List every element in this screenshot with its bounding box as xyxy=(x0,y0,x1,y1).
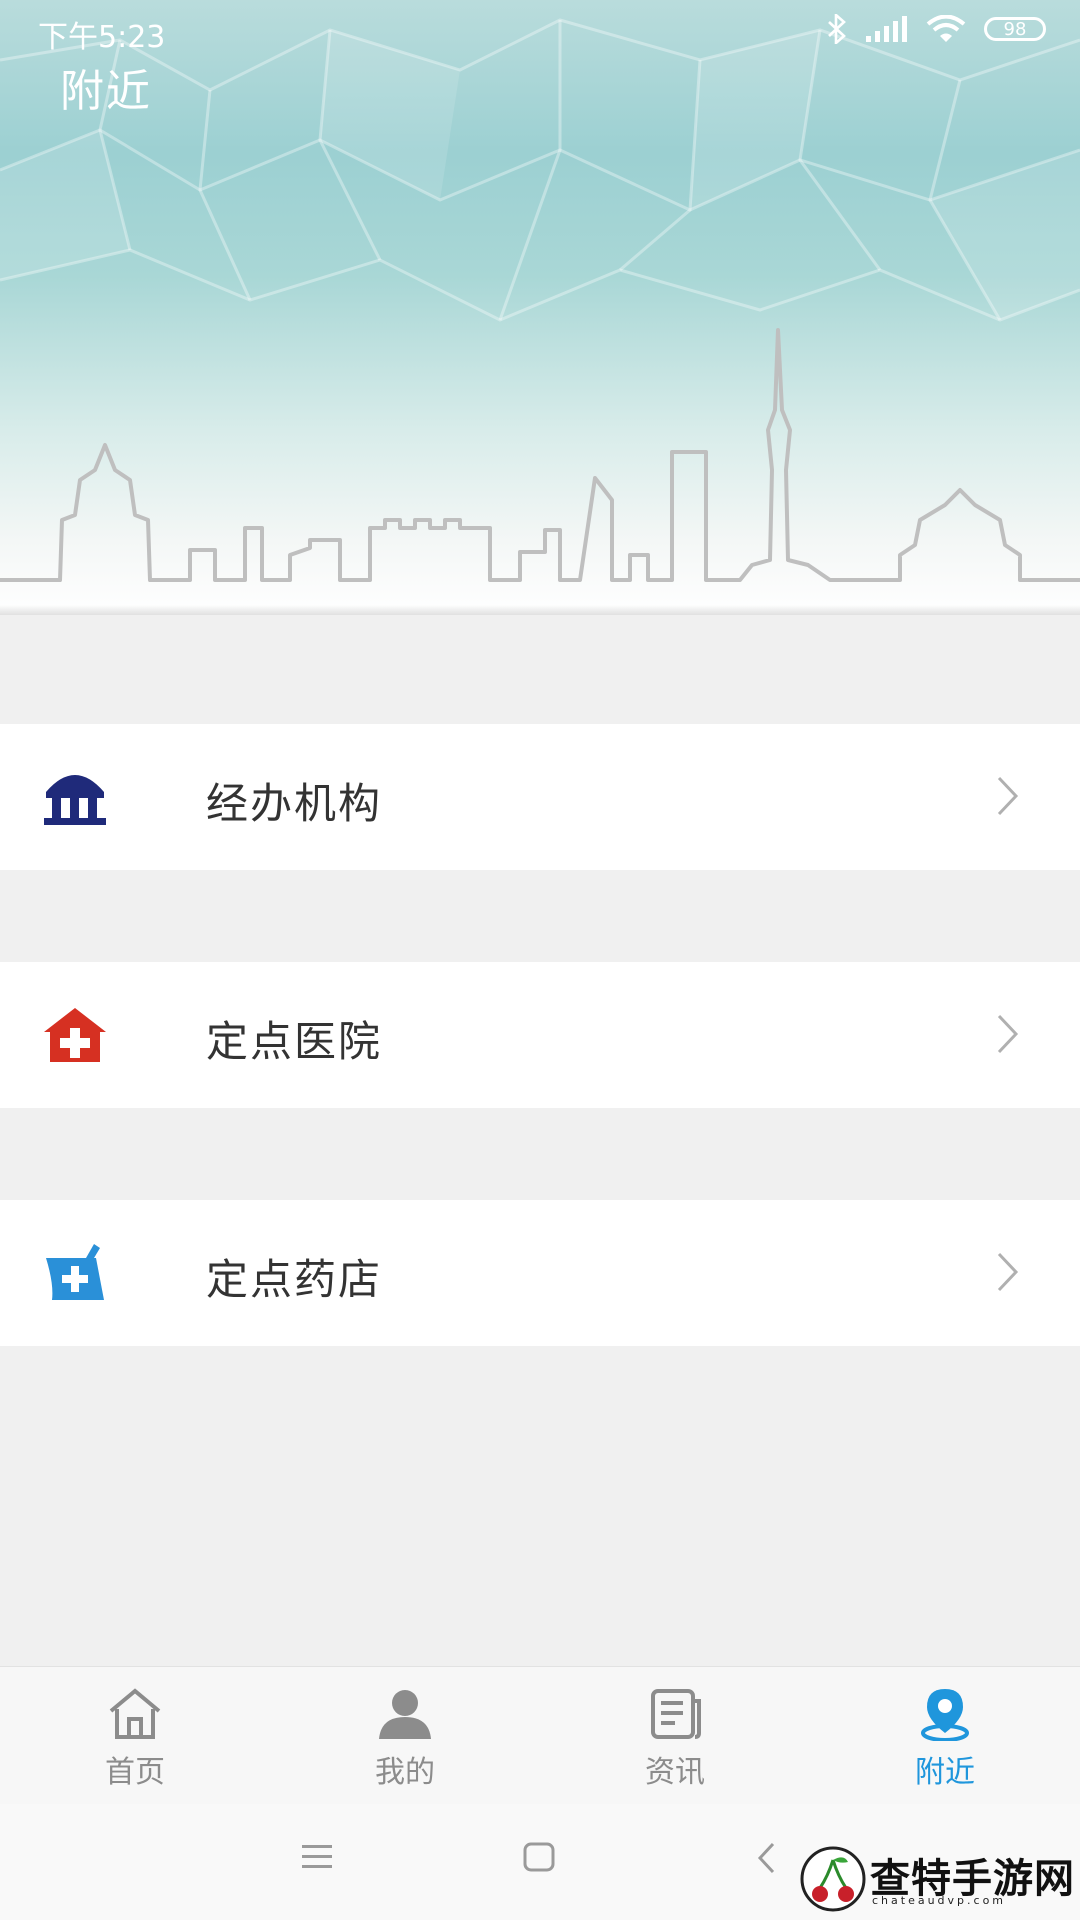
menu-item-agency[interactable]: 经办机构 xyxy=(0,724,1080,870)
chevron-right-icon xyxy=(997,1252,1019,1292)
wifi-icon xyxy=(926,15,966,42)
home-button-icon[interactable] xyxy=(522,1842,556,1872)
tab-home[interactable]: 首页 xyxy=(35,1667,235,1805)
header-banner: 下午5:23 98 附近 xyxy=(0,0,1080,615)
city-skyline xyxy=(0,328,1080,582)
menu-item-label: 定点药店 xyxy=(206,1255,383,1304)
menu-icon[interactable] xyxy=(300,1842,334,1872)
bottom-tab-bar: 首页 我的 资讯 附近 xyxy=(0,1666,1080,1805)
menu-item-label: 经办机构 xyxy=(206,779,383,828)
home-icon xyxy=(109,1688,161,1739)
tab-label: 我的 xyxy=(375,1755,435,1790)
tab-label: 资讯 xyxy=(645,1755,705,1790)
institution-icon xyxy=(44,775,106,825)
signal-icon xyxy=(866,16,907,42)
user-icon xyxy=(379,1690,431,1739)
hospital-icon xyxy=(44,1008,106,1062)
location-pin-icon xyxy=(921,1689,969,1741)
tab-label: 首页 xyxy=(105,1755,165,1790)
header-shadow xyxy=(0,605,1080,615)
menu-item-hospital[interactable]: 定点医院 xyxy=(0,962,1080,1108)
tab-nearby[interactable]: 附近 xyxy=(845,1667,1045,1805)
tab-label: 附近 xyxy=(915,1755,975,1790)
tab-news[interactable]: 资讯 xyxy=(575,1667,775,1805)
watermark-logo: 查特手游网 chateaudvp.com xyxy=(800,1846,1076,1912)
pharmacy-icon xyxy=(46,1244,104,1300)
status-icons: 98 xyxy=(826,14,1046,44)
battery-indicator: 98 xyxy=(984,17,1046,41)
chevron-right-icon xyxy=(997,1014,1019,1054)
status-time: 下午5:23 xyxy=(38,20,166,55)
battery-level: 98 xyxy=(1003,18,1027,40)
menu-item-pharmacy[interactable]: 定点药店 xyxy=(0,1200,1080,1346)
tab-mine[interactable]: 我的 xyxy=(305,1667,505,1805)
chevron-right-icon xyxy=(997,776,1019,816)
bluetooth-icon xyxy=(828,14,846,44)
polygon-background xyxy=(0,18,1080,582)
watermark-subtext: chateaudvp.com xyxy=(872,1894,1007,1907)
back-icon[interactable] xyxy=(755,1842,779,1874)
menu-item-label: 定点医院 xyxy=(206,1017,383,1066)
news-icon xyxy=(651,1689,701,1739)
cherry-logo-icon xyxy=(800,1846,866,1912)
page-title: 附近 xyxy=(60,66,152,117)
